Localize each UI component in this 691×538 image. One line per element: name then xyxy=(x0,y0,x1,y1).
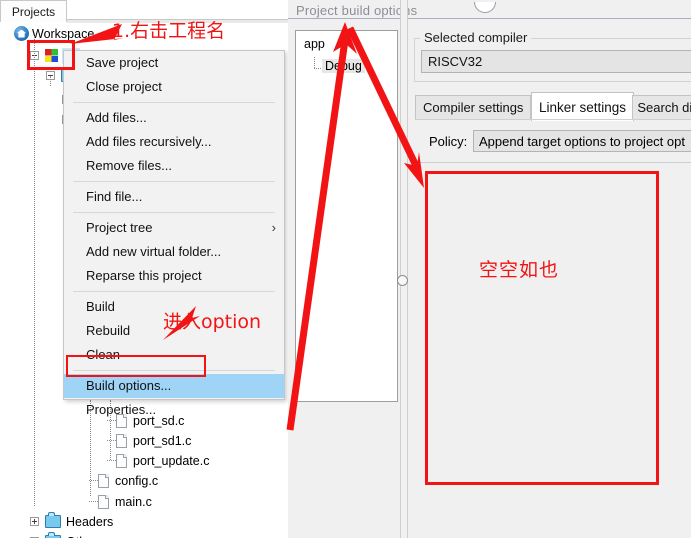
policy-label: Policy: xyxy=(429,134,468,149)
menu-item-label: Project tree xyxy=(86,220,153,235)
compiler-select[interactable]: RISCV32 xyxy=(421,50,691,73)
menu-item-label: Reparse this project xyxy=(86,268,202,283)
menu-item-label: Add new virtual folder... xyxy=(86,244,222,259)
tab-linker-settings-label: Linker settings xyxy=(539,99,627,115)
menu-item[interactable]: Add files recursively... xyxy=(64,130,284,154)
menu-item-label: Find file... xyxy=(86,189,143,204)
menu-separator xyxy=(73,291,275,292)
tree-item-headers[interactable]: Headers xyxy=(30,512,113,531)
menu-separator xyxy=(73,102,275,103)
menu-item-label: Clean xyxy=(86,347,120,362)
tree-item-workspace[interactable]: Workspace xyxy=(14,24,94,43)
menu-separator xyxy=(73,370,275,371)
annotation-step-1: 1.右击工程名 xyxy=(112,20,226,42)
list-item[interactable]: config.c xyxy=(89,471,159,490)
c-file-icon xyxy=(98,473,109,488)
list-item[interactable]: port_update.c xyxy=(107,451,210,470)
list-item-label: main.c xyxy=(115,494,152,509)
tree-item-headers-label: Headers xyxy=(66,514,114,529)
c-file-icon xyxy=(98,494,109,509)
list-item[interactable]: port_sd1.c xyxy=(107,431,192,450)
projects-pane: Projects Workspace ap port_sd.c port_sd1… xyxy=(0,0,288,538)
menu-item[interactable]: Reparse this project xyxy=(64,264,284,288)
project-icon xyxy=(44,48,59,63)
menu-separator xyxy=(73,181,275,182)
menu-item-label: Remove files... xyxy=(86,158,172,173)
menu-item-label: Close project xyxy=(86,79,162,94)
list-item-label: port_update.c xyxy=(133,453,210,468)
menu-item-label: Save project xyxy=(86,55,159,70)
annotation-step-2: 进入option xyxy=(163,311,262,333)
tab-body-divider xyxy=(415,119,691,120)
tab-compiler-settings[interactable]: Compiler settings xyxy=(415,95,532,120)
menu-item-label: Add files recursively... xyxy=(86,134,212,149)
tab-compiler-settings-label: Compiler settings xyxy=(423,100,524,115)
tree-item-others-label: Others xyxy=(66,535,104,538)
target-tree[interactable]: app Debug xyxy=(295,30,398,402)
menu-item[interactable]: Project tree xyxy=(64,216,284,240)
dialog-top-divider xyxy=(288,18,691,19)
menu-item[interactable]: Remove files... xyxy=(64,154,284,178)
policy-select-value: Append target options to project opt xyxy=(479,133,685,149)
tree-item-others[interactable]: Others xyxy=(30,532,104,538)
menu-item[interactable]: Properties... xyxy=(64,398,284,422)
tree-item-workspace-label: Workspace xyxy=(32,26,95,41)
menu-item[interactable]: Find file... xyxy=(64,185,284,209)
tree-guide-leaf xyxy=(89,501,98,502)
tab-projects[interactable]: Projects xyxy=(0,0,67,22)
menu-item[interactable]: Close project xyxy=(64,75,284,99)
tree-guide-leaf xyxy=(107,460,116,461)
target-tree-item-debug[interactable]: Debug xyxy=(322,59,365,73)
tab-projects-label: Projects xyxy=(11,4,56,19)
target-tree-root-label[interactable]: app xyxy=(304,37,325,51)
dialog-splitter[interactable] xyxy=(397,0,408,538)
menu-item[interactable]: Build options... xyxy=(64,374,284,398)
home-icon xyxy=(14,26,29,41)
menu-item-label: Properties... xyxy=(86,402,157,417)
list-item[interactable]: main.c xyxy=(89,492,152,511)
tab-search-directories[interactable]: Search dir xyxy=(632,95,691,120)
folder-icon xyxy=(45,512,61,528)
menu-item-label: Rebuild xyxy=(86,323,131,338)
menu-separator xyxy=(73,212,275,213)
expand-toggle-headers[interactable] xyxy=(30,517,39,526)
target-tree-guide-h xyxy=(314,68,321,69)
link-libraries-empty-note: 空空如也 xyxy=(479,259,560,281)
policy-select[interactable]: Append target options to project opt xyxy=(473,130,691,152)
list-item-label: config.c xyxy=(115,473,159,488)
menu-item-label: Add files... xyxy=(86,110,147,125)
menu-item[interactable]: Save project xyxy=(64,51,284,75)
menu-item-label: Build xyxy=(86,299,115,314)
menu-item[interactable]: Clean xyxy=(64,343,284,367)
selected-compiler-label: Selected compiler xyxy=(420,30,532,45)
menu-item-label: Build options... xyxy=(86,378,172,393)
compiler-select-value: RISCV32 xyxy=(428,54,483,69)
policy-divider xyxy=(418,162,691,163)
target-tree-guide-v xyxy=(314,57,315,68)
list-item-label: port_sd1.c xyxy=(133,433,192,448)
menu-item[interactable]: Add files... xyxy=(64,106,284,130)
c-file-icon xyxy=(116,433,127,448)
tree-guide-leaf xyxy=(107,440,116,441)
tab-search-directories-label: Search dir xyxy=(637,100,691,115)
project-context-menu[interactable]: Save project Close project Add files... Add… xyxy=(63,50,285,417)
tab-linker-settings[interactable]: Linker settings xyxy=(531,92,635,121)
tree-guide-root xyxy=(34,36,35,506)
tree-guide-a xyxy=(50,76,51,86)
c-file-icon xyxy=(116,453,127,468)
menu-item[interactable]: Add new virtual folder... xyxy=(64,240,284,264)
splitter-grip[interactable] xyxy=(397,275,408,286)
tree-guide-leaf xyxy=(89,480,98,481)
